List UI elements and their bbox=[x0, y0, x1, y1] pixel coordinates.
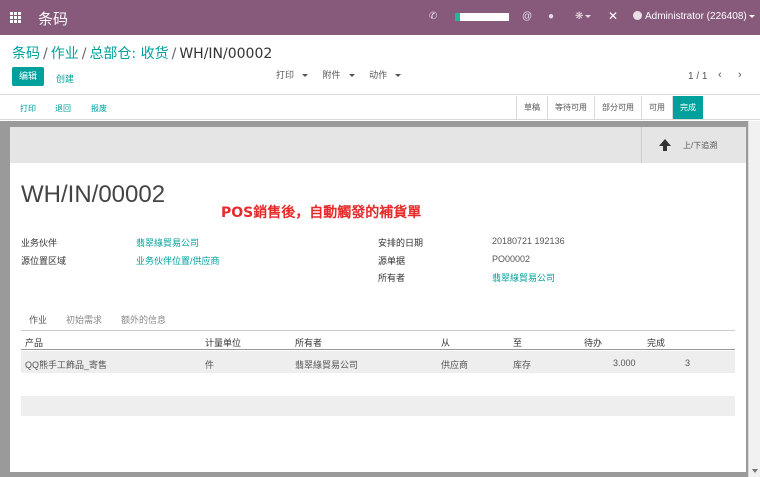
table-header-divider bbox=[21, 349, 735, 350]
tab-initial-demand[interactable]: 初始需求 bbox=[66, 313, 102, 326]
attachment-menu[interactable]: 附件 bbox=[323, 70, 361, 80]
picking-reference: WH/IN/00002 bbox=[21, 181, 166, 208]
stage-partially-available: 部分可用 bbox=[594, 96, 641, 119]
tab-divider bbox=[21, 330, 735, 331]
avatar bbox=[633, 11, 642, 20]
create-button[interactable]: 创建 bbox=[56, 72, 74, 85]
chevron-left-icon[interactable]: ‹ bbox=[718, 69, 722, 81]
print-button[interactable]: 打印 bbox=[20, 103, 36, 114]
chevron-right-icon[interactable]: › bbox=[738, 69, 742, 81]
tab-additional-info[interactable]: 额外的信息 bbox=[121, 313, 166, 326]
source-location-value[interactable]: 业务伙伴位置/供应商 bbox=[136, 254, 220, 267]
breadcrumb-item-barcode[interactable]: 条码 bbox=[12, 46, 40, 62]
status-indicator bbox=[455, 13, 509, 21]
cell-product: QQ熊手工飾品_寄售 bbox=[25, 360, 108, 370]
arrow-up-icon bbox=[659, 139, 671, 151]
chat-icon[interactable]: ● bbox=[548, 11, 554, 22]
form-sheet: 上/下追溯 WH/IN/00002 POS銷售後，自動觸發的補貨單 业务伙伴 翡… bbox=[10, 127, 746, 472]
cell-done: 3 bbox=[685, 358, 691, 368]
cell-from: 供应商 bbox=[441, 360, 469, 370]
annotation-text: POS銷售後，自動觸發的補貨單 bbox=[221, 205, 422, 221]
partner-label: 业务伙伴 bbox=[21, 238, 58, 248]
breadcrumb-item-receipts[interactable]: 总部仓: 收货 bbox=[89, 46, 168, 62]
origin-label: 源单据 bbox=[378, 256, 406, 266]
cell-owner: 翡翠綠貿易公司 bbox=[295, 360, 359, 370]
breadcrumb: 条码 / 作业 / 总部仓: 收货 / WH/IN/00002 bbox=[12, 46, 273, 62]
top-navbar: 条码 ✆ @ ● ❋ ✕ Administrator (226408) bbox=[0, 0, 760, 35]
pager-value[interactable]: 1 / 1 bbox=[688, 71, 707, 82]
edit-button[interactable]: 编辑 bbox=[12, 67, 44, 86]
scroll-down-icon[interactable] bbox=[752, 469, 758, 473]
column-header-uom[interactable]: 计量单位 bbox=[205, 336, 241, 349]
print-menu[interactable]: 打印 bbox=[276, 70, 314, 80]
origin-value: PO00002 bbox=[492, 254, 531, 264]
apps-grid-icon[interactable] bbox=[10, 12, 21, 23]
app-title[interactable]: 条码 bbox=[38, 8, 68, 29]
stage-waiting: 等待可用 bbox=[547, 96, 594, 119]
bug-icon[interactable]: ❋ bbox=[575, 11, 592, 22]
scrap-button[interactable]: 报废 bbox=[91, 103, 107, 114]
traceability-button[interactable]: 上/下追溯 bbox=[641, 127, 746, 163]
user-menu[interactable]: Administrator (226408) bbox=[633, 11, 755, 22]
column-header-todo[interactable]: 待办 bbox=[584, 336, 602, 349]
table-footer-row bbox=[21, 396, 735, 416]
user-name: Administrator (226408) bbox=[645, 11, 747, 22]
scheduled-date-value: 20180721 192136 bbox=[492, 236, 565, 246]
close-icon[interactable]: ✕ bbox=[608, 9, 618, 23]
column-header-from[interactable]: 从 bbox=[441, 336, 450, 349]
scheduled-date-label: 安排的日期 bbox=[378, 238, 424, 248]
stage-pipeline: 草稿 等待可用 部分可用 可用 完成 bbox=[516, 96, 703, 119]
form-statusbar: 打印 退回 报废 草稿 等待可用 部分可用 可用 完成 bbox=[0, 96, 760, 120]
action-menus: 打印 附件 动作 bbox=[276, 68, 413, 81]
column-header-product[interactable]: 产品 bbox=[25, 336, 43, 349]
owner-value[interactable]: 翡翠綠貿易公司 bbox=[492, 271, 555, 284]
at-icon[interactable]: @ bbox=[522, 11, 532, 22]
cell-uom: 件 bbox=[205, 360, 215, 370]
action-menu[interactable]: 动作 bbox=[369, 70, 407, 80]
source-location-label: 源位置区域 bbox=[21, 256, 67, 266]
partner-value[interactable]: 翡翠綠貿易公司 bbox=[136, 236, 199, 249]
control-panel: 条码 / 作业 / 总部仓: 收货 / WH/IN/00002 编辑 创建 打印 附件 动作… bbox=[0, 35, 760, 95]
column-header-owner[interactable]: 所有者 bbox=[295, 336, 322, 349]
page-scrollbar[interactable] bbox=[748, 121, 760, 477]
cell-to: 库存 bbox=[513, 360, 532, 370]
button-box: 上/下追溯 bbox=[10, 127, 746, 163]
tab-operations[interactable]: 作业 bbox=[29, 313, 47, 326]
column-header-done[interactable]: 完成 bbox=[647, 336, 665, 349]
column-header-to[interactable]: 至 bbox=[513, 336, 522, 349]
stage-done: 完成 bbox=[672, 96, 703, 119]
stage-draft: 草稿 bbox=[516, 96, 547, 119]
phone-icon[interactable]: ✆ bbox=[429, 11, 437, 22]
traceability-label: 上/下追溯 bbox=[683, 141, 718, 150]
breadcrumb-item-operations[interactable]: 作业 bbox=[51, 46, 79, 62]
cell-todo: 3.000 bbox=[613, 358, 636, 368]
owner-label: 所有者 bbox=[378, 273, 406, 283]
return-button[interactable]: 退回 bbox=[55, 103, 71, 114]
stage-ready: 可用 bbox=[641, 96, 672, 119]
breadcrumb-current: WH/IN/00002 bbox=[179, 46, 273, 62]
